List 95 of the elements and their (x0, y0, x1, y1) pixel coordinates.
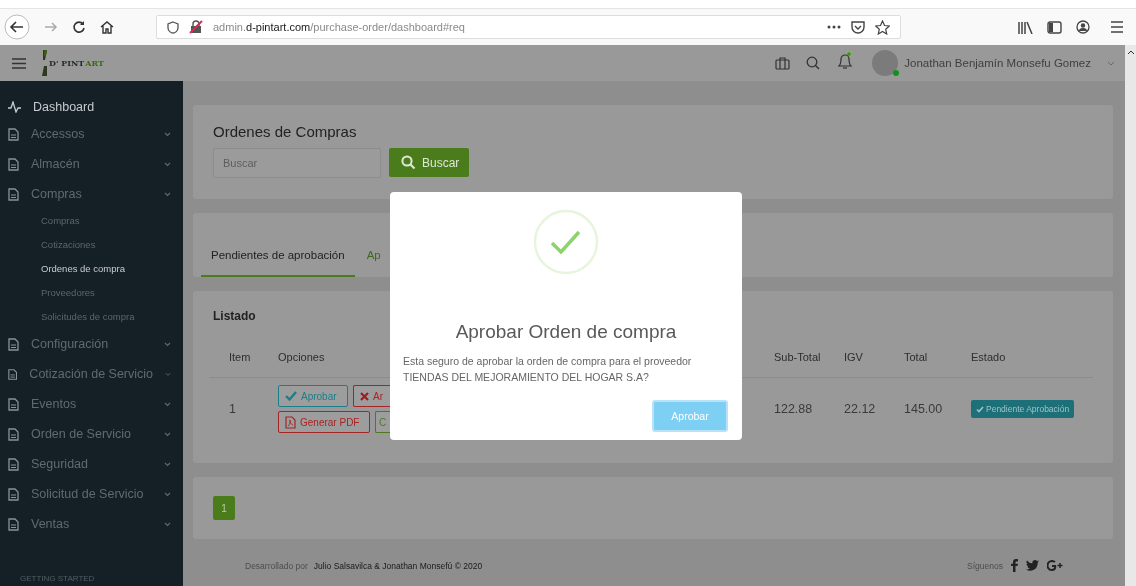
menu-icon[interactable] (12, 57, 26, 69)
url-text: admin.d-pintart.com/purchase-order/dashboard#req (213, 21, 465, 33)
chevron-down-icon (164, 491, 171, 497)
follow-label: Síguenos (967, 560, 1003, 571)
sidebar-item[interactable]: Seguridad (0, 449, 183, 479)
sidebar-item[interactable]: Accessos (0, 119, 183, 149)
sidebar-subitem[interactable]: Cotizaciones (0, 233, 183, 257)
status-badge: Pendiente Aprobación (971, 400, 1075, 418)
document-icon (8, 337, 19, 351)
star-icon[interactable] (875, 19, 890, 35)
sidebar-item[interactable]: Almacén (0, 149, 183, 179)
document-icon (8, 517, 19, 531)
menu-icon[interactable] (1110, 21, 1124, 33)
sidebar-item[interactable]: Compras (0, 179, 183, 209)
twitter-icon[interactable] (1026, 560, 1039, 571)
more-icon[interactable] (827, 25, 841, 29)
scrollbar[interactable] (1125, 45, 1136, 586)
document-icon (8, 187, 19, 201)
close-icon (360, 391, 369, 401)
column-header: Total (904, 351, 929, 363)
search-icon (401, 155, 416, 170)
footer-text: Desarrollado por (245, 560, 308, 571)
action-button[interactable]: Generar PDF (278, 411, 370, 433)
table-cell-text: 145.00 (904, 402, 944, 416)
chevron-down-icon (164, 401, 171, 407)
account-icon[interactable] (1076, 20, 1090, 34)
column-header: Item (228, 351, 252, 363)
chevron-down-icon (164, 131, 171, 137)
chevron-down-icon (164, 341, 171, 347)
action-button[interactable]: Ar (353, 385, 391, 407)
document-icon (8, 367, 18, 381)
footer-credits: Julio Salsavilca & Jonathan Monsefú © 2020 (313, 560, 483, 571)
document-icon (8, 157, 19, 171)
table-cell-text: 22.12 (844, 402, 877, 416)
sidebar-item[interactable]: Configuración (0, 329, 183, 359)
facebook-icon[interactable] (1011, 559, 1018, 572)
sidebar-subitem[interactable]: Proveedores (0, 281, 183, 305)
document-icon (8, 487, 19, 501)
dialog-message: Esta seguro de aprobar la orden de compra para el proveedor TIENDAS DEL MEJORAMIENTO DEL HOGAR S.A? (402, 354, 693, 385)
logo[interactable]: D' PINTART (42, 50, 104, 76)
briefcase-icon[interactable] (775, 56, 791, 70)
user-name[interactable]: Jonathan Benjamín Monsefu Gomez (904, 57, 1091, 69)
chevron-down-icon (165, 371, 171, 377)
document-icon (8, 397, 19, 411)
pocket-icon[interactable] (851, 20, 865, 34)
section-title: Listado (213, 309, 257, 323)
sidebar-item[interactable]: Ventas (0, 509, 183, 539)
tab[interactable]: Pendientes de aprobación (201, 249, 355, 277)
chevron-down-icon (164, 461, 171, 467)
table-cell-text: 122.88 (774, 402, 814, 416)
success-check-icon (533, 209, 599, 275)
sidebar-item[interactable]: Cotización de Servicio (0, 359, 183, 389)
search-button[interactable]: Buscar (389, 148, 470, 177)
sidebar-icon[interactable] (1047, 20, 1062, 34)
column-header: Opciones (278, 351, 326, 363)
sidebar-item[interactable]: Eventos (0, 389, 183, 419)
column-header: Estado (971, 351, 1007, 363)
document-icon (8, 457, 19, 471)
action-button[interactable]: C (375, 411, 391, 433)
chevron-down-icon (164, 521, 171, 527)
page-title: Ordenes de Compras (213, 123, 358, 140)
address-bar[interactable]: admin.d-pintart.com/purchase-order/dashboard#req (156, 15, 901, 39)
column-header: Sub-Total (774, 351, 822, 363)
reload-icon[interactable] (72, 20, 86, 34)
document-icon (8, 427, 19, 441)
sidebar-item[interactable]: Solicitud de Servicio (0, 479, 183, 509)
sidebar-subitem[interactable]: Ordenes de compra (0, 257, 183, 281)
back-icon[interactable] (4, 14, 30, 40)
search-icon[interactable] (806, 56, 821, 70)
insecure-lock-icon[interactable] (189, 20, 203, 34)
sidebar-item[interactable]: Dashboard (0, 95, 183, 119)
scroll-up-icon[interactable] (1126, 50, 1135, 55)
sidebar-subitem[interactable]: Compras (0, 209, 183, 233)
column-header: IGV (844, 351, 864, 363)
library-icon[interactable] (1017, 20, 1033, 34)
page-button[interactable]: 1 (213, 496, 235, 520)
bell-icon[interactable] (836, 50, 855, 70)
chevron-down-icon (164, 161, 171, 167)
shield-icon[interactable] (167, 20, 179, 34)
sidebar-subitem[interactable]: Solicitudes de compra (0, 305, 183, 329)
tab[interactable]: Ap (356, 249, 391, 277)
search-field[interactable]: Buscar (213, 148, 381, 178)
pdf-file-icon (285, 415, 296, 429)
chevron-down-icon (164, 431, 171, 437)
dialog-title: Aprobar Orden de compra (455, 321, 677, 343)
document-icon (8, 127, 19, 141)
approve-button[interactable]: Aprobar (652, 400, 728, 432)
check-icon (285, 391, 297, 401)
sidebar-item[interactable]: Orden de Servicio (0, 419, 183, 449)
google-plus-icon[interactable] (1047, 560, 1063, 571)
action-button[interactable]: Aprobar (278, 385, 348, 407)
pulse-icon (8, 101, 21, 113)
chevron-down-icon (164, 191, 171, 197)
table-cell-text: 1 (228, 402, 237, 416)
home-icon[interactable] (100, 20, 114, 34)
